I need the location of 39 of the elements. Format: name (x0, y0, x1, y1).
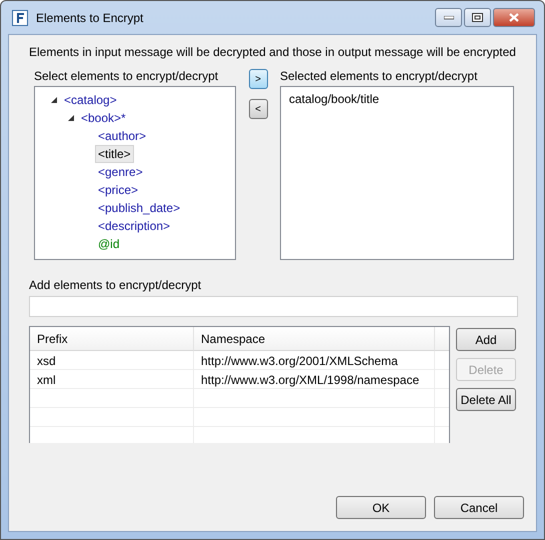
minimize-icon (444, 16, 454, 20)
move-button[interactable]: < (248, 99, 268, 119)
tree-node[interactable]: <title> (95, 145, 134, 163)
input-field[interactable] (29, 296, 518, 317)
app-logo-icon (12, 10, 28, 26)
window-title: Elements to Encrypt (36, 10, 144, 24)
move-button[interactable]: > (248, 69, 268, 89)
table-cell: xml (30, 370, 194, 389)
source-label: Select elements to encrypt/decrypt (34, 69, 220, 83)
dialog-button[interactable]: OK (336, 496, 426, 519)
expander-icon[interactable] (68, 115, 74, 121)
tree-node[interactable]: <book>* (78, 109, 129, 127)
tree-node[interactable]: <catalog> (61, 91, 120, 109)
add-label: Add elements to encrypt/decrypt (29, 278, 202, 292)
dialog-button[interactable]: Cancel (434, 496, 524, 519)
target-label: Selected elements to encrypt/decrypt (280, 69, 478, 83)
tree-node[interactable]: <price> (95, 181, 142, 199)
close-icon (509, 13, 519, 22)
table-cell: http://www.w3.org/2001/XMLSchema (194, 351, 435, 370)
table-button[interactable]: Add (456, 328, 516, 351)
tree-node[interactable]: <publish_date> (95, 199, 184, 217)
tree-node[interactable]: <author> (95, 127, 150, 145)
table-cell: xsd (30, 351, 194, 370)
selected-list[interactable]: catalog/book/title (280, 86, 514, 260)
maximize-icon (472, 13, 483, 22)
description-text: Elements in input message will be decrypted and those in output message will be encrypted (29, 45, 516, 59)
close-button[interactable] (493, 8, 535, 27)
table-cell: http://www.w3.org/XML/1998/namespace (194, 370, 435, 389)
maximize-button[interactable] (464, 8, 491, 27)
list-item[interactable]: catalog/book/title (287, 91, 507, 107)
column-header[interactable]: Namespace (194, 327, 435, 351)
tree-node[interactable]: @id (95, 235, 123, 253)
tree-node[interactable]: <genre> (95, 163, 146, 181)
column-header[interactable]: Prefix (30, 327, 194, 351)
expander-icon[interactable] (51, 97, 57, 103)
tree-node[interactable]: <description> (95, 217, 174, 235)
table-button[interactable]: Delete All (456, 388, 516, 411)
minimize-button[interactable] (435, 8, 462, 27)
element-tree[interactable]: <catalog> <book>* <author> <title> <genre> <price> <publish_date> <description> @id (34, 86, 236, 260)
